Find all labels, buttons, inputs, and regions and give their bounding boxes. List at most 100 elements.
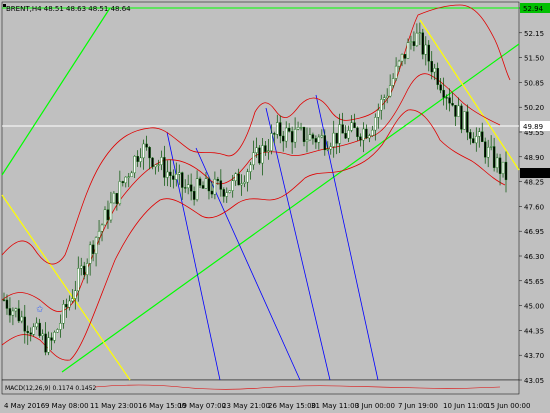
candle[interactable] xyxy=(418,32,422,34)
candle[interactable] xyxy=(492,146,496,168)
candle[interactable] xyxy=(192,191,196,200)
candle[interactable] xyxy=(501,161,505,174)
candle[interactable] xyxy=(201,185,205,189)
candle[interactable] xyxy=(35,322,38,328)
candle[interactable] xyxy=(20,316,24,322)
candle[interactable] xyxy=(388,85,392,97)
candle[interactable] xyxy=(442,89,445,98)
candle[interactable] xyxy=(276,122,279,135)
candle[interactable] xyxy=(160,157,163,165)
candle[interactable] xyxy=(195,178,199,200)
candle[interactable] xyxy=(403,54,407,59)
candle[interactable] xyxy=(353,122,356,129)
candle[interactable] xyxy=(234,173,237,181)
candle[interactable] xyxy=(106,209,110,221)
candle[interactable] xyxy=(489,146,493,148)
candle[interactable] xyxy=(225,192,228,197)
candle[interactable] xyxy=(279,122,282,137)
candle[interactable] xyxy=(210,190,214,195)
candle[interactable] xyxy=(14,308,18,312)
candle[interactable] xyxy=(314,138,318,143)
candle[interactable] xyxy=(127,176,130,178)
candle[interactable] xyxy=(287,127,291,132)
candle[interactable] xyxy=(59,323,62,330)
candle[interactable] xyxy=(344,132,347,139)
candle[interactable] xyxy=(62,303,65,324)
candle[interactable] xyxy=(409,41,413,43)
candle[interactable] xyxy=(427,44,430,62)
collapse-arrow-icon[interactable] xyxy=(3,4,6,7)
candle[interactable] xyxy=(347,130,350,139)
candle[interactable] xyxy=(237,173,240,186)
candle[interactable] xyxy=(394,65,398,79)
candle[interactable] xyxy=(430,61,433,73)
candle[interactable] xyxy=(130,172,133,177)
candle[interactable] xyxy=(451,103,454,106)
candle[interactable] xyxy=(463,111,466,130)
candle[interactable] xyxy=(85,263,89,275)
main-plot-area[interactable] xyxy=(1,1,520,381)
candle[interactable] xyxy=(213,178,217,195)
candle[interactable] xyxy=(472,138,475,144)
candle[interactable] xyxy=(385,95,389,98)
candle[interactable] xyxy=(74,290,77,299)
candle[interactable] xyxy=(38,322,41,336)
candle[interactable] xyxy=(486,147,490,158)
candle[interactable] xyxy=(475,136,478,144)
candle[interactable] xyxy=(421,32,425,55)
candle[interactable] xyxy=(350,122,353,131)
candle[interactable] xyxy=(460,105,463,130)
candle[interactable] xyxy=(308,134,312,141)
candle[interactable] xyxy=(249,164,252,172)
candle[interactable] xyxy=(163,157,166,178)
candle[interactable] xyxy=(296,127,300,130)
candle[interactable] xyxy=(142,143,145,159)
candle[interactable] xyxy=(365,128,368,139)
candle[interactable] xyxy=(121,181,125,184)
candle[interactable] xyxy=(216,178,220,181)
candle[interactable] xyxy=(368,135,371,139)
candle[interactable] xyxy=(362,128,365,141)
candle[interactable] xyxy=(255,147,258,153)
candle[interactable] xyxy=(374,117,377,131)
candle[interactable] xyxy=(270,133,273,151)
candle[interactable] xyxy=(148,147,151,159)
candle[interactable] xyxy=(32,326,35,335)
candle[interactable] xyxy=(436,68,439,85)
candle[interactable] xyxy=(400,54,404,62)
candle[interactable] xyxy=(448,97,451,104)
candle[interactable] xyxy=(118,181,122,204)
candle[interactable] xyxy=(258,147,261,164)
candle[interactable] xyxy=(80,265,83,269)
candle[interactable] xyxy=(181,172,184,188)
candle[interactable] xyxy=(115,193,119,204)
candle[interactable] xyxy=(44,333,47,353)
candle[interactable] xyxy=(377,109,380,118)
candle[interactable] xyxy=(466,111,469,133)
candle[interactable] xyxy=(445,97,448,99)
candle[interactable] xyxy=(424,44,427,55)
candle[interactable] xyxy=(172,175,175,180)
candle[interactable] xyxy=(56,329,59,333)
candle[interactable] xyxy=(183,187,187,189)
candle[interactable] xyxy=(77,268,80,291)
candle[interactable] xyxy=(175,174,178,180)
candle[interactable] xyxy=(189,184,193,192)
candle[interactable] xyxy=(166,171,169,178)
candle[interactable] xyxy=(207,178,211,192)
candle[interactable] xyxy=(240,183,243,186)
candle[interactable] xyxy=(380,99,383,111)
candle[interactable] xyxy=(186,184,190,189)
candle[interactable] xyxy=(29,332,32,335)
candle[interactable] xyxy=(23,316,26,332)
candle[interactable] xyxy=(299,127,303,129)
candle[interactable] xyxy=(317,136,321,143)
candle[interactable] xyxy=(457,105,460,117)
candle[interactable] xyxy=(68,300,71,308)
candle[interactable] xyxy=(356,127,359,137)
candle[interactable] xyxy=(326,148,329,151)
candle[interactable] xyxy=(481,131,484,142)
candle[interactable] xyxy=(88,244,92,264)
candle[interactable] xyxy=(91,244,95,254)
candle[interactable] xyxy=(323,135,327,151)
